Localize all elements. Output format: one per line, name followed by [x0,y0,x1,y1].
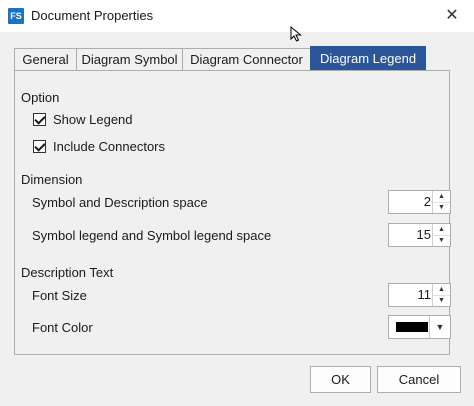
decrement-arrow-icon[interactable]: ▼ [433,235,450,246]
stepper-buttons: ▲ ▼ [432,284,450,306]
show-legend-label[interactable]: Show Legend [53,112,133,127]
symbol-legend-space-stepper[interactable]: 15 ▲ ▼ [388,223,451,247]
tab-diagram-symbol[interactable]: Diagram Symbol [76,48,183,70]
symbol-legend-space-value[interactable]: 15 [417,224,431,246]
decrement-arrow-icon[interactable]: ▼ [433,295,450,306]
symbol-legend-space-label: Symbol legend and Symbol legend space [32,228,272,243]
font-size-value[interactable]: 11 [418,284,432,306]
stepper-buttons: ▲ ▼ [432,224,450,246]
font-color-label: Font Color [32,320,93,335]
title-bar: FS Document Properties ✕ [0,0,474,32]
include-connectors-checkbox[interactable] [33,140,46,153]
mouse-cursor-icon [290,26,302,42]
font-size-stepper[interactable]: 11 ▲ ▼ [388,283,451,307]
decrement-arrow-icon[interactable]: ▼ [433,202,450,213]
symbol-description-space-label: Symbol and Description space [32,195,208,210]
tab-diagram-legend[interactable]: Diagram Legend [310,46,426,71]
window-title: Document Properties [31,8,154,23]
tab-general[interactable]: General [14,48,77,70]
cancel-button[interactable]: Cancel [377,366,461,393]
font-color-picker[interactable]: ▼ [388,315,451,339]
dimension-heading: Dimension [21,172,83,187]
font-size-label: Font Size [32,288,87,303]
option-heading: Option [21,90,60,105]
font-color-swatch[interactable] [396,322,428,332]
ok-button[interactable]: OK [310,366,371,393]
app-logo-icon: FS [8,8,24,24]
include-connectors-label[interactable]: Include Connectors [53,139,165,154]
dropdown-arrow-icon[interactable]: ▼ [429,316,450,338]
description-text-heading: Description Text [21,265,114,280]
tab-diagram-connector[interactable]: Diagram Connector [182,48,311,70]
close-button[interactable]: ✕ [430,0,474,32]
stepper-buttons: ▲ ▼ [432,191,450,213]
show-legend-checkbox[interactable] [33,113,46,126]
symbol-description-space-value[interactable]: 2 [424,191,431,213]
symbol-description-space-stepper[interactable]: 2 ▲ ▼ [388,190,451,214]
